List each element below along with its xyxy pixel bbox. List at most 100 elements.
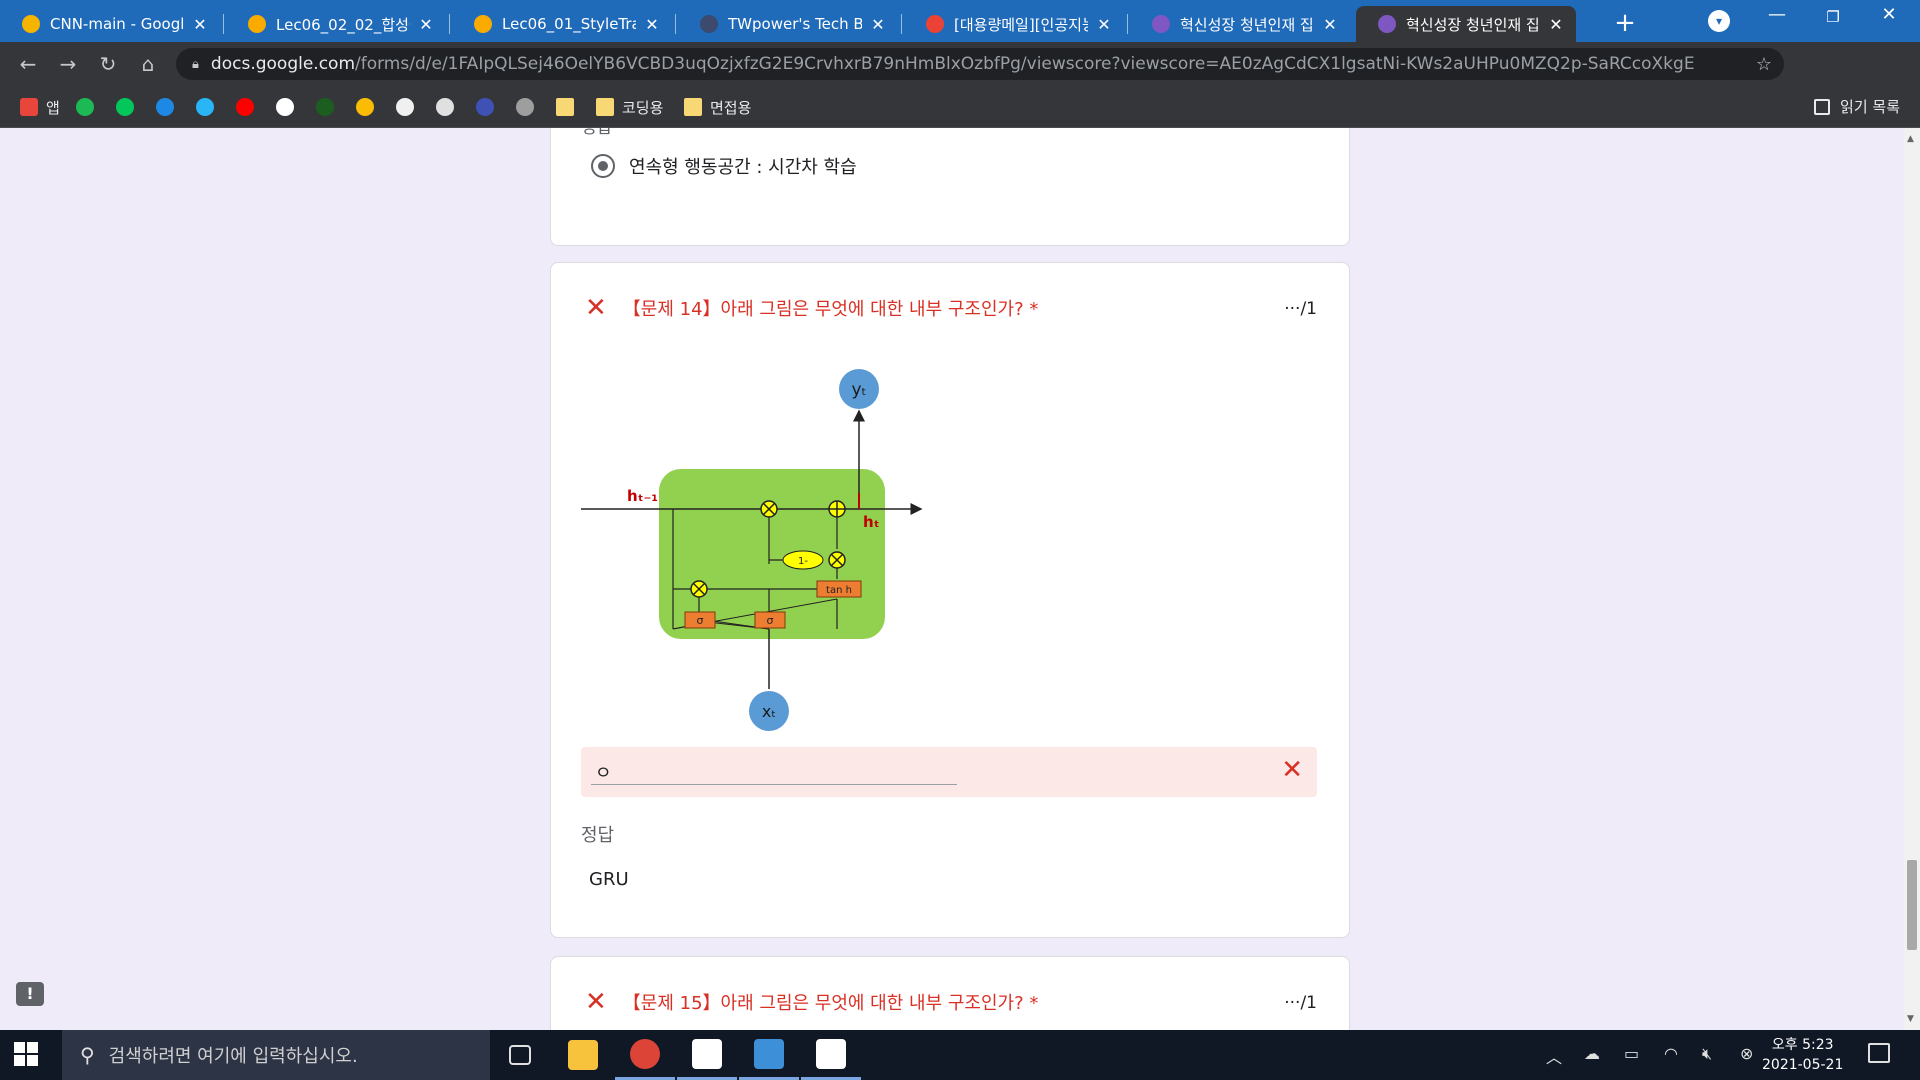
clock-date: 2021-05-21 [1762, 1057, 1844, 1073]
browser-tab[interactable]: 혁신성장 청년인재 집중 ✕ [1130, 6, 1350, 42]
onedrive-cloud-icon[interactable]: ☁ [1584, 1044, 1600, 1063]
question-header: ✕ 【문제 15】아래 그림은 무엇에 대한 내부 구조인가? * [585, 987, 1038, 1017]
scroll-up-icon[interactable]: ▲ [1907, 134, 1914, 144]
add-node [828, 500, 846, 518]
correct-answer-label: 정답 [581, 128, 613, 138]
question-card-15: ✕ 【문제 15】아래 그림은 무엇에 대한 내부 구조인가? * ···/1 [550, 956, 1350, 1030]
photos-icon[interactable] [739, 1030, 799, 1080]
question-card-13: 정답 연속형 행동공간 : 시간차 학습 [550, 128, 1350, 246]
reload-button[interactable]: ↻ [94, 50, 122, 78]
bookmark-item[interactable] [276, 96, 302, 118]
search-icon: ⚲ [80, 1043, 95, 1067]
google-forms-icon [1152, 15, 1170, 33]
photos-icon-glyph [754, 1038, 784, 1069]
tab-search-button[interactable]: ▾ [1708, 10, 1730, 32]
incorrect-icon: ✕ [1281, 755, 1303, 785]
folder-icon [596, 98, 614, 116]
scrollbar-thumb[interactable] [1907, 860, 1917, 950]
volume-muted-icon[interactable]: 🔇︎ [1702, 1044, 1712, 1064]
file-explorer-icon-glyph [568, 1040, 598, 1070]
forward-button[interactable]: → [54, 50, 82, 78]
chevron-up-icon[interactable]: ︿ [1546, 1044, 1562, 1068]
chrome-icon[interactable] [615, 1030, 675, 1080]
bookmark-item[interactable] [556, 96, 582, 118]
page-scrollbar[interactable]: ▲ ▼ [1904, 128, 1920, 1030]
dark-leaf-icon [316, 98, 334, 116]
close-window-button[interactable]: ✕ [1862, 4, 1916, 25]
tab-title: [대용량메일][인공지능 [954, 15, 1088, 34]
system-clock[interactable]: 오후 5:23 2021-05-21 [1762, 1035, 1843, 1075]
tab-separator [675, 14, 676, 34]
network-icon[interactable]: ◠ [1664, 1044, 1678, 1063]
notification-center-icon[interactable] [1868, 1043, 1890, 1063]
bookmark-item[interactable] [516, 96, 542, 118]
google-icon [276, 98, 294, 116]
bookmark-item[interactable] [436, 96, 462, 118]
tab-close-icon[interactable]: ✕ [642, 15, 662, 34]
bookmark-item[interactable] [76, 96, 102, 118]
browser-tab[interactable]: 혁신성장 청년인재 집중 ✕ [1356, 6, 1576, 42]
tab-title: 혁신성장 청년인재 집중 [1406, 15, 1540, 34]
folder-icon [556, 98, 574, 116]
taskbar-search-box[interactable]: ⚲ 검색하려면 여기에 입력하십시오. [62, 1030, 490, 1080]
bookmark-item[interactable] [356, 96, 382, 118]
sigma-gate-1-label: σ [697, 614, 704, 627]
tab-close-icon[interactable]: ✕ [1320, 15, 1340, 34]
new-tab-button[interactable]: + [1610, 8, 1640, 38]
app-icon[interactable] [801, 1030, 861, 1080]
tab-close-icon[interactable]: ✕ [1546, 15, 1566, 34]
bookmark-item[interactable]: 면접용 [684, 96, 751, 118]
question-title: 【문제 15】아래 그림은 무엇에 대한 내부 구조인가? * [622, 993, 1039, 1014]
folder-icon [684, 98, 702, 116]
bookmark-item[interactable] [476, 96, 502, 118]
tab-close-icon[interactable]: ✕ [416, 15, 436, 34]
browser-toolbar: ← → ↻ ⌂ 🔒︎ docs.google.com /forms/d/e/1F… [0, 42, 1920, 118]
response-box: ㅇ ✕ [581, 747, 1317, 797]
user-response: ㅇ [595, 763, 612, 784]
back-button[interactable]: ← [14, 50, 42, 78]
google-drive-icon [22, 15, 40, 33]
bookmark-item[interactable]: 앱 [20, 96, 60, 118]
circle-x-icon[interactable]: ⊗ [1740, 1044, 1753, 1063]
bird-icon [436, 98, 454, 116]
task-view-icon[interactable] [490, 1030, 550, 1080]
question-header: ✕ 【문제 14】아래 그림은 무엇에 대한 내부 구조인가? * [585, 293, 1038, 323]
tab-close-icon[interactable]: ✕ [190, 15, 210, 34]
browser-tab[interactable]: CNN-main - Google Drive ✕ [0, 6, 220, 42]
browser-tab[interactable]: TWpower's Tech Blog ✕ [678, 6, 898, 42]
bookmark-star-icon[interactable]: ☆ [1756, 54, 1772, 75]
prev-state-label: hₜ₋₁ [627, 487, 658, 505]
tab-separator [901, 14, 902, 34]
tab-close-icon[interactable]: ✕ [868, 15, 888, 34]
slack-icon[interactable] [677, 1030, 737, 1080]
minimize-button[interactable]: — [1750, 4, 1804, 25]
correct-answer-value: GRU [589, 869, 629, 890]
browser-tab[interactable]: [대용량메일][인공지능 ✕ [904, 6, 1124, 42]
reading-list-icon [1814, 98, 1831, 115]
bookmark-item[interactable] [156, 96, 182, 118]
answer-option-label: 연속형 행동공간 : 시간차 학습 [629, 157, 857, 178]
bookmarks-bar: 앱 코딩용 면접용 읽기 목록 [0, 86, 1920, 128]
tab-separator [1127, 14, 1128, 34]
restore-button[interactable]: ❐ [1806, 8, 1860, 26]
bookmark-label: 앱 [46, 98, 60, 117]
browser-tab[interactable]: Lec06_02_02_합성곱 ✕ [226, 6, 446, 42]
bookmark-item[interactable] [116, 96, 142, 118]
bookmark-item[interactable] [236, 96, 262, 118]
bookmark-item[interactable] [316, 96, 342, 118]
home-button[interactable]: ⌂ [134, 50, 162, 78]
feedback-icon[interactable]: ! [16, 982, 44, 1006]
tab-close-icon[interactable]: ✕ [1094, 15, 1114, 34]
browser-tab[interactable]: Lec06_01_StyleTransfer ✕ [452, 6, 672, 42]
bookmark-item[interactable] [196, 96, 222, 118]
file-explorer-icon[interactable] [553, 1030, 613, 1080]
bookmark-item[interactable] [396, 96, 422, 118]
tab-strip: CNN-main - Google Drive ✕ Lec06_02_02_합성곱 ✕… [0, 0, 1920, 42]
windows-start-icon[interactable] [14, 1042, 38, 1066]
address-bar[interactable]: 🔒︎ docs.google.com /forms/d/e/1FAIpQLSej… [176, 48, 1784, 80]
bookmark-item[interactable]: 코딩용 [596, 96, 663, 118]
scroll-down-icon[interactable]: ▼ [1907, 1014, 1914, 1024]
tab-title: Lec06_01_StyleTransfer [502, 15, 636, 33]
reading-list-button[interactable]: 읽기 목록 [1814, 96, 1900, 117]
battery-icon[interactable]: ▭ [1624, 1044, 1639, 1063]
